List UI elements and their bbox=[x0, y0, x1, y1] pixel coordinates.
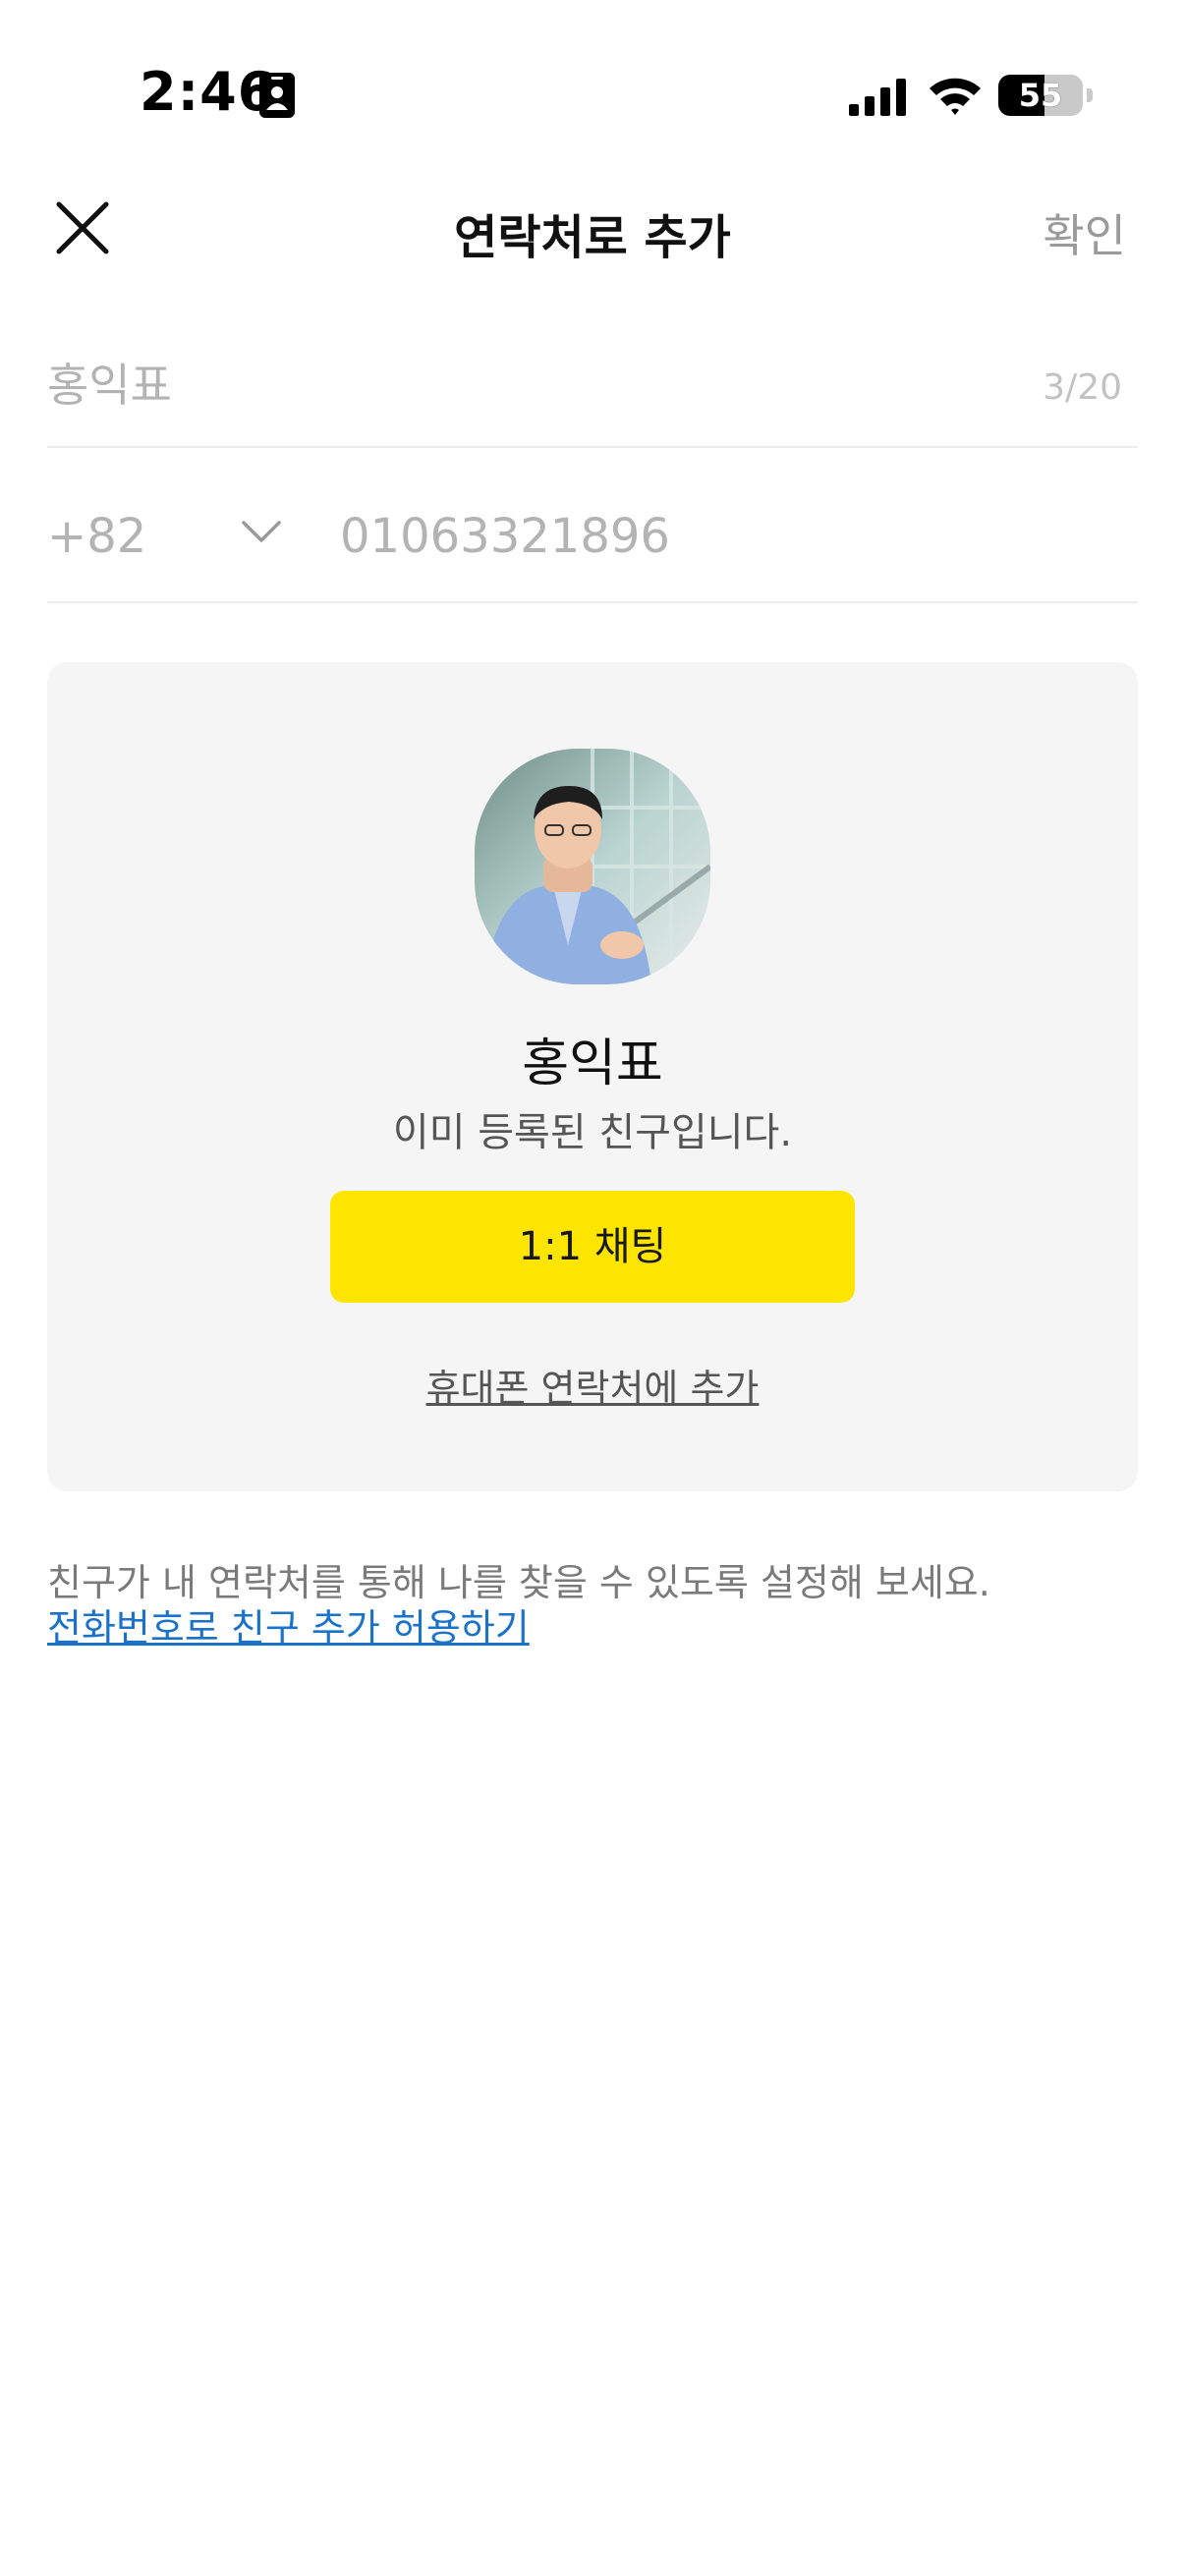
cellular-signal-icon bbox=[849, 79, 906, 116]
status-time: 2:46 bbox=[140, 61, 276, 123]
phone-field-row: +82 01063321896 bbox=[47, 448, 1138, 603]
header: 연락처로 추가 확인 bbox=[0, 167, 1185, 295]
battery-tip bbox=[1087, 88, 1093, 102]
wifi-icon bbox=[930, 78, 981, 115]
phone-number-input[interactable]: 01063321896 bbox=[340, 509, 670, 564]
chevron-down-icon[interactable] bbox=[240, 519, 283, 544]
allow-add-by-phone-link[interactable]: 전화번호로 친구 추가 허용하기 bbox=[47, 1597, 530, 1652]
country-code-select[interactable]: +82 bbox=[47, 509, 146, 564]
avatar bbox=[475, 749, 710, 984]
confirm-button[interactable]: 확인 bbox=[1043, 200, 1126, 265]
name-char-counter: 3/20 bbox=[1043, 367, 1122, 408]
battery-level: 55 bbox=[1018, 77, 1063, 114]
friend-status-text: 이미 등록된 친구입니다. bbox=[392, 1110, 793, 1155]
one-to-one-chat-button[interactable]: 1:1 채팅 bbox=[330, 1191, 855, 1303]
add-contact-screen: 2:46 55 연락처로 추가 확인 홍익표 3/20 +82 01063321… bbox=[0, 0, 1185, 2576]
name-input[interactable]: 홍익표 bbox=[47, 350, 172, 415]
friend-result-card: 홍익표 이미 등록된 친구입니다. 1:1 채팅 휴대폰 연락처에 추가 bbox=[47, 662, 1138, 1491]
profile-photo bbox=[475, 749, 710, 984]
id-card-icon bbox=[259, 73, 295, 118]
battery-icon: 55 bbox=[998, 75, 1083, 116]
status-bar: 2:46 55 bbox=[0, 0, 1185, 167]
add-to-phone-contacts-link[interactable]: 휴대폰 연락처에 추가 bbox=[47, 1358, 1138, 1412]
friend-name: 홍익표 bbox=[522, 1035, 663, 1093]
page-title: 연락처로 추가 bbox=[454, 210, 731, 265]
name-field-row: 홍익표 3/20 bbox=[47, 324, 1138, 448]
